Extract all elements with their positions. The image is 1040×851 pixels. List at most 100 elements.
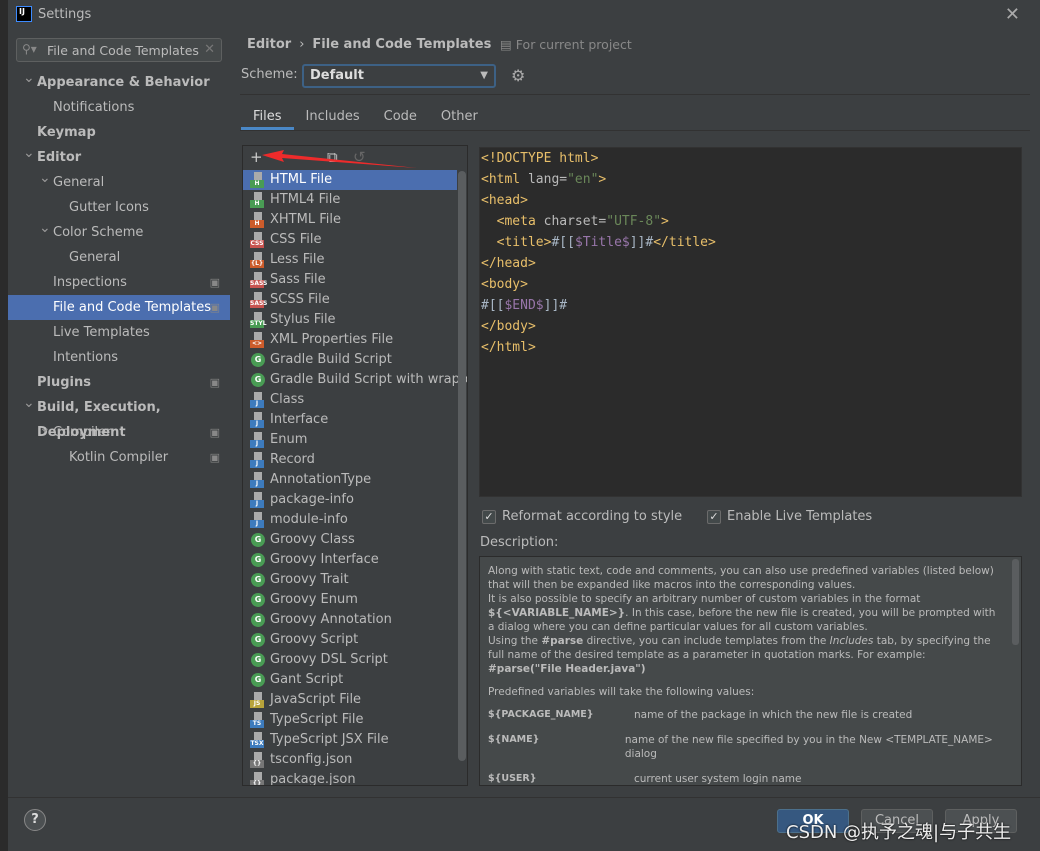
tab-code[interactable]: Code: [372, 106, 429, 130]
template-list-item[interactable]: SASS Sass File: [243, 270, 467, 290]
template-list-item[interactable]: Jmodule-info: [243, 510, 467, 530]
template-list-item[interactable]: TSX TypeScript JSX File: [243, 730, 467, 750]
tab-files[interactable]: Files: [241, 106, 294, 130]
template-list-item[interactable]: G Groovy DSL Script: [243, 650, 467, 670]
template-list-item[interactable]: Jpackage-info: [243, 490, 467, 510]
reformat-checkbox[interactable]: ✓ Reformat according to style: [482, 509, 682, 527]
gear-icon[interactable]: ⚙: [511, 66, 525, 85]
sidebar-item-notifications[interactable]: Notifications: [8, 95, 230, 120]
template-list-item[interactable]: {} package.json: [243, 770, 467, 785]
code-token: <meta: [496, 214, 544, 229]
template-list-item[interactable]: G Groovy Interface: [243, 550, 467, 570]
list-scrollbar[interactable]: [458, 171, 466, 761]
tab-includes[interactable]: Includes: [294, 106, 372, 130]
template-name: XHTML File: [270, 212, 341, 227]
sidebar-item-inspections[interactable]: Inspections ▣: [8, 270, 230, 295]
sidebar-item-color-scheme[interactable]: ⌄ Color Scheme: [8, 220, 230, 245]
template-list-item[interactable]: J Record: [243, 450, 467, 470]
add-template-button[interactable]: +: [250, 148, 263, 166]
search-input[interactable]: ⚲▾ File and Code Templates ✕: [16, 38, 222, 62]
close-icon[interactable]: ✕: [1005, 4, 1020, 25]
sidebar-item-plugins[interactable]: Plugins ▣: [8, 370, 230, 395]
template-list-item[interactable]: JS JavaScript File: [243, 690, 467, 710]
title-bar: IJ Settings ✕: [8, 0, 1040, 30]
template-list-item[interactable]: <> XML Properties File: [243, 330, 467, 350]
template-name: SCSS File: [270, 292, 330, 307]
sidebar-item-appearance-behavior[interactable]: ⌄ Appearance & Behavior: [8, 70, 230, 95]
scheme-dropdown[interactable]: Default ▼: [302, 64, 496, 88]
sidebar-item-general[interactable]: ⌄ General: [8, 170, 230, 195]
template-list-item[interactable]: G Gradle Build Script: [243, 350, 467, 370]
chevron-down-icon[interactable]: ⌄: [23, 66, 35, 91]
sidebar-item-live-templates[interactable]: Live Templates: [8, 320, 230, 345]
template-list-item[interactable]: {L} Less File: [243, 250, 467, 270]
template-list-item[interactable]: G Groovy Enum: [243, 590, 467, 610]
sidebar-item-label: Kotlin Compiler: [69, 450, 169, 465]
template-list-item[interactable]: CSS CSS File: [243, 230, 467, 250]
code-token: <title>: [496, 235, 552, 250]
description-scrollbar[interactable]: [1012, 559, 1019, 645]
sidebar-item-label: Notifications: [53, 100, 135, 115]
sidebar-item-file-and-code-templates[interactable]: File and Code Templates ▣: [8, 295, 230, 320]
template-list-item[interactable]: G Groovy Annotation: [243, 610, 467, 630]
sidebar-item-general[interactable]: General: [8, 245, 230, 270]
desc-p2: It is also possible to specify an arbitr…: [488, 593, 921, 605]
template-list-item[interactable]: SASS SCSS File: [243, 290, 467, 310]
code-token: "en": [567, 172, 599, 187]
template-list-item[interactable]: G Groovy Trait: [243, 570, 467, 590]
template-list-item[interactable]: J Class: [243, 390, 467, 410]
template-list-item[interactable]: J Enum: [243, 430, 467, 450]
template-list-item[interactable]: H XHTML File: [243, 210, 467, 230]
tab-other[interactable]: Other: [429, 106, 490, 130]
sidebar-item-intentions[interactable]: Intentions: [8, 345, 230, 370]
live-templates-label: Enable Live Templates: [727, 509, 873, 524]
sidebar-item-label: General: [53, 175, 105, 190]
template-list-item[interactable]: STYL Stylus File: [243, 310, 467, 330]
template-list-item[interactable]: {} tsconfig.json: [243, 750, 467, 770]
checkbox-checked-icon: ✓: [482, 509, 496, 524]
code-token: $Title$: [574, 235, 630, 250]
chevron-down-icon[interactable]: ⌄: [39, 216, 51, 241]
template-list-item[interactable]: J Interface: [243, 410, 467, 430]
variable-description: current user system login name: [634, 773, 802, 785]
template-list-item[interactable]: J AnnotationType: [243, 470, 467, 490]
code-token: #[[: [481, 298, 505, 313]
breadcrumb-editor[interactable]: Editor: [247, 37, 291, 52]
sidebar-item-compiler[interactable]: ⌄ Compiler ▣: [8, 420, 230, 445]
template-code-editor[interactable]: <!DOCTYPE html> <html lang="en"> <head> <m…: [479, 147, 1022, 497]
sidebar-item-keymap[interactable]: Keymap: [8, 120, 230, 145]
sidebar-item-kotlin-compiler[interactable]: Kotlin Compiler ▣: [8, 445, 230, 470]
template-list-item[interactable]: G Gradle Build Script with wrapper: [243, 370, 467, 390]
help-button[interactable]: ?: [24, 809, 46, 831]
template-name: Groovy Annotation: [270, 612, 392, 627]
template-name: HTML4 File: [270, 192, 341, 207]
chevron-down-icon[interactable]: ⌄: [39, 166, 51, 191]
template-list-item[interactable]: G Groovy Script: [243, 630, 467, 650]
template-list-item[interactable]: G Gant Script: [243, 670, 467, 690]
sidebar-item-label: Inspections: [53, 275, 127, 290]
chevron-down-icon[interactable]: ⌄: [23, 141, 35, 166]
template-list-item[interactable]: G Groovy Class: [243, 530, 467, 550]
chevron-down-icon[interactable]: ⌄: [39, 416, 51, 441]
template-name: module-info: [270, 512, 348, 527]
template-name: CSS File: [270, 232, 322, 247]
template-list-item[interactable]: H HTML File: [243, 170, 457, 190]
code-token: >: [661, 214, 669, 229]
live-templates-checkbox[interactable]: ✓ Enable Live Templates: [707, 509, 872, 527]
code-token: ]]#: [629, 235, 654, 250]
red-annotation-arrow-icon: [262, 150, 417, 168]
template-list-item[interactable]: H HTML4 File: [243, 190, 467, 210]
template-name: Groovy Trait: [270, 572, 349, 587]
clear-search-icon[interactable]: ✕: [204, 42, 215, 57]
divider: [240, 94, 1030, 95]
project-settings-icon: ▣: [209, 276, 220, 289]
description-panel: Along with static text, code and comment…: [479, 556, 1022, 786]
main-panel: Editor › File and Code Templates ▤ For cur…: [230, 30, 1040, 797]
code-token: </body>: [481, 319, 536, 334]
sidebar-item-label: Color Scheme: [53, 225, 144, 240]
code-line: <head>: [481, 190, 528, 211]
template-name: Sass File: [270, 272, 326, 287]
search-value: File and Code Templates: [47, 43, 199, 58]
template-list-item[interactable]: TS TypeScript File: [243, 710, 467, 730]
chevron-down-icon[interactable]: ⌄: [23, 391, 35, 416]
